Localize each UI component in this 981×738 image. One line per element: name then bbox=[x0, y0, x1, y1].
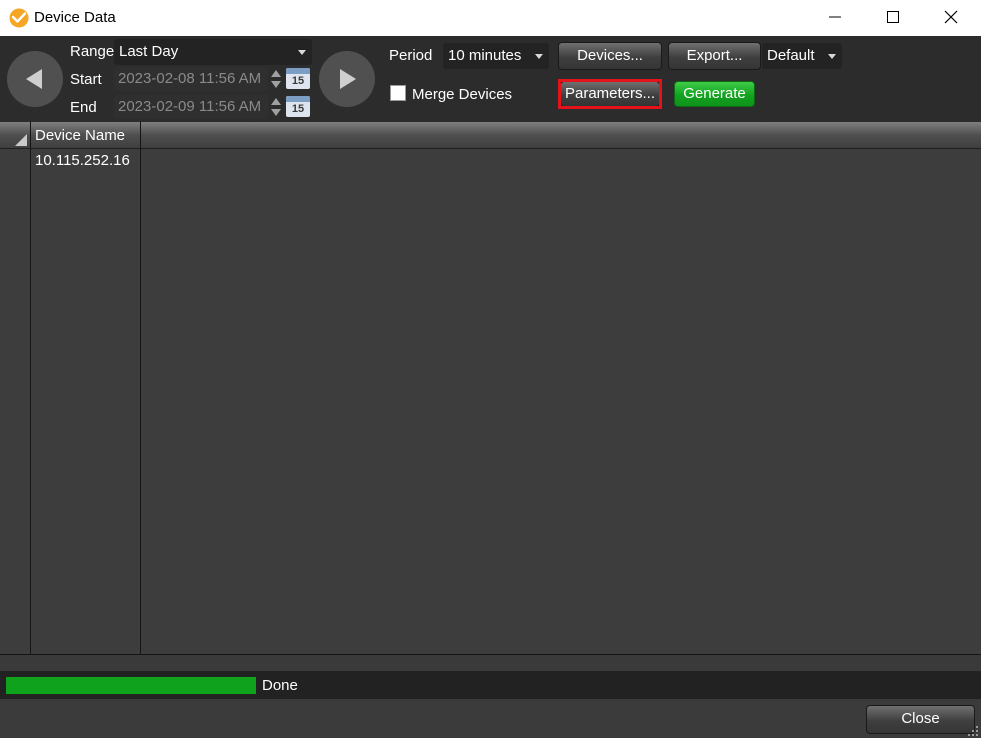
minimize-button[interactable] bbox=[806, 0, 864, 34]
previous-range-button[interactable] bbox=[7, 51, 63, 107]
start-calendar-day: 15 bbox=[291, 75, 305, 87]
end-spinner-icon[interactable] bbox=[270, 95, 282, 119]
chevron-down-icon bbox=[535, 54, 543, 59]
end-calendar-day: 15 bbox=[291, 103, 305, 115]
export-button[interactable]: Export... bbox=[668, 42, 761, 70]
start-calendar-icon[interactable]: 15 bbox=[286, 68, 310, 89]
start-label: Start bbox=[70, 71, 102, 88]
chevron-down-icon bbox=[828, 54, 836, 59]
period-value: 10 minutes bbox=[448, 47, 522, 64]
arrow-left-icon bbox=[26, 69, 42, 89]
export-format-select[interactable]: Default bbox=[762, 43, 842, 69]
progress-fill bbox=[6, 677, 256, 694]
start-spinner-icon[interactable] bbox=[270, 67, 282, 91]
period-label: Period bbox=[389, 47, 433, 64]
close-button[interactable]: Close bbox=[866, 705, 975, 734]
resize-grip-icon[interactable] bbox=[965, 723, 979, 737]
generate-button[interactable]: Generate bbox=[674, 81, 755, 107]
title-bar: Device Data bbox=[0, 0, 981, 36]
start-date-field[interactable]: 2023-02-08 11:56 AM bbox=[114, 67, 268, 91]
end-label: End bbox=[70, 99, 97, 116]
footer: Close bbox=[0, 699, 981, 738]
range-select[interactable]: Last Day bbox=[114, 39, 312, 65]
status-text: Done bbox=[262, 677, 298, 694]
toolbar: Range Last Day Start 2023-02-08 11:56 AM… bbox=[0, 36, 981, 122]
column-header-device-name[interactable]: Device Name bbox=[35, 127, 125, 144]
minimize-icon bbox=[829, 16, 841, 18]
start-date-value: 2023-02-08 11:56 AM bbox=[118, 70, 262, 87]
chevron-down-icon bbox=[298, 50, 306, 55]
range-label: Range bbox=[70, 43, 115, 60]
table-cell-device-name[interactable]: 10.115.252.16 bbox=[35, 152, 130, 169]
end-date-value: 2023-02-09 11:56 AM bbox=[118, 98, 262, 115]
arrow-right-icon bbox=[340, 69, 356, 89]
next-range-button[interactable] bbox=[319, 51, 375, 107]
maximize-button[interactable] bbox=[864, 0, 922, 34]
status-bar: Done bbox=[0, 671, 981, 699]
select-all-corner-icon[interactable] bbox=[15, 134, 27, 146]
window-title: Device Data bbox=[34, 9, 116, 26]
merge-devices-label: Merge Devices bbox=[412, 86, 513, 103]
merge-devices-checkbox[interactable] bbox=[390, 85, 406, 101]
close-window-button[interactable] bbox=[922, 0, 980, 34]
maximize-icon bbox=[887, 11, 899, 23]
progress-bar bbox=[6, 677, 256, 694]
app-logo-icon bbox=[9, 8, 29, 28]
export-format-value: Default bbox=[767, 47, 815, 64]
devices-button[interactable]: Devices... bbox=[558, 42, 662, 70]
end-date-field[interactable]: 2023-02-09 11:56 AM bbox=[114, 95, 268, 119]
end-calendar-icon[interactable]: 15 bbox=[286, 96, 310, 117]
grid-header: Device Name bbox=[0, 122, 981, 149]
period-select[interactable]: 10 minutes bbox=[443, 43, 549, 69]
close-icon bbox=[944, 10, 958, 24]
parameters-highlight bbox=[558, 79, 662, 109]
range-value: Last Day bbox=[119, 43, 179, 60]
device-data-grid: Device Name 10.115.252.16 bbox=[0, 122, 981, 655]
horizontal-scroll-area bbox=[0, 655, 981, 671]
